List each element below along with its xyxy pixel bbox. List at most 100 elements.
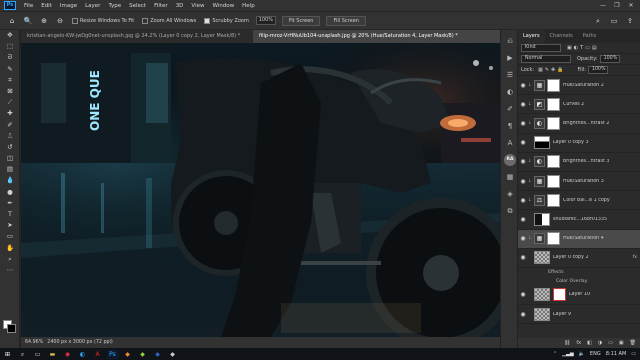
layer-row[interactable]: ◉ shudlarec...168f01335 — [518, 210, 640, 230]
trash-icon[interactable]: 🗑 — [630, 340, 636, 346]
app-icon[interactable]: ◆ — [137, 350, 148, 359]
layer-style-icon[interactable]: fx — [576, 340, 581, 346]
fill-field[interactable]: 100% — [587, 66, 608, 74]
layer-row[interactable]: ◉ ↓ ⚖ Color Bal...e 1 copy — [518, 191, 640, 211]
layer-thumbnail[interactable] — [534, 251, 550, 265]
visibility-eye-icon[interactable]: ◉ — [518, 101, 528, 108]
styles-panel-icon[interactable]: ◈ — [504, 188, 516, 200]
new-adjustment-icon[interactable]: ◑ — [598, 340, 602, 346]
menu-select[interactable]: Select — [125, 3, 150, 9]
menu-edit[interactable]: Edit — [37, 3, 56, 9]
chrome-icon[interactable]: ◉ — [62, 350, 73, 359]
share-icon[interactable]: ⇪ — [624, 15, 636, 27]
rectangle-tool-icon[interactable]: ▭ — [3, 231, 17, 242]
gradient-tool-icon[interactable]: ▤ — [3, 164, 17, 175]
document-canvas[interactable]: ONE QUE — [21, 43, 500, 337]
filter-icons[interactable]: ▣◐T▭▤ — [567, 45, 599, 51]
history-panel-icon[interactable]: ⎌ — [504, 35, 516, 47]
blur-tool-icon[interactable]: 💧 — [3, 175, 17, 186]
visibility-eye-icon[interactable]: ◉ — [518, 158, 528, 165]
close-icon[interactable]: ✕ — [624, 0, 638, 11]
opacity-field[interactable]: 100% — [599, 55, 620, 63]
hand-tool-icon[interactable]: ✋ — [3, 243, 17, 254]
menu-image[interactable]: Image — [56, 3, 81, 9]
layer-mask-thumb[interactable] — [547, 193, 560, 207]
language-indicator[interactable]: ENG — [590, 351, 601, 357]
menu-file[interactable]: File — [20, 3, 37, 9]
app-icon[interactable]: ◆ — [152, 350, 163, 359]
layer-row-selected[interactable]: ◉ ↓ ▦ Hue/Saturation 4 — [518, 229, 640, 249]
menu-3d[interactable]: 3D — [172, 3, 188, 9]
visibility-eye-icon[interactable]: ◉ — [518, 311, 528, 318]
layer-mask-thumb[interactable] — [553, 288, 566, 302]
layer-mask-thumb[interactable] — [547, 155, 560, 169]
windows-start-icon[interactable]: ⊞ — [2, 350, 13, 359]
visibility-eye-icon[interactable]: ◉ — [518, 254, 528, 261]
photoshop-taskbar-icon[interactable]: Ps — [107, 349, 118, 359]
libraries-panel-icon[interactable]: RA — [504, 154, 516, 166]
layer-mask-thumb[interactable] — [547, 174, 560, 188]
task-view-icon[interactable]: ▭ — [32, 350, 43, 359]
tab-paths[interactable]: Paths — [578, 30, 602, 43]
app-icon[interactable]: ◆ — [167, 350, 178, 359]
layer-thumbnail[interactable] — [534, 288, 550, 302]
menu-view[interactable]: View — [187, 3, 208, 9]
scrubby-zoom-checkbox[interactable]: Scrubby Zoom — [204, 17, 249, 24]
actions-panel-icon[interactable]: ▶ — [504, 52, 516, 64]
file-explorer-icon[interactable]: ▬ — [47, 350, 58, 359]
fit-screen-button[interactable]: Fit Screen — [281, 15, 321, 26]
layer-row[interactable]: ◉ Layer 10 — [518, 286, 640, 306]
type-tool-icon[interactable]: T — [3, 209, 17, 220]
layer-row[interactable]: ◉ Layer 9 — [518, 305, 640, 325]
tab-document-1[interactable]: kristian-angelo-KW-jwDg0net-unsplash.jpg… — [21, 30, 253, 43]
paragraph-panel-icon[interactable]: ¶ — [504, 120, 516, 132]
menu-window[interactable]: Window — [208, 3, 238, 9]
brush-panel-icon[interactable]: ✐ — [504, 103, 516, 115]
quick-select-tool-icon[interactable]: ✎ — [3, 64, 17, 75]
lasso-tool-icon[interactable]: ᘐ — [3, 52, 17, 63]
layer-row[interactable]: ◉ ↓ ▦ Hue/Saturation 3 — [518, 172, 640, 192]
volume-icon[interactable]: 🔈 — [579, 351, 585, 357]
visibility-eye-icon[interactable]: ◉ — [518, 197, 528, 204]
layer-row[interactable]: ◉ Layer 0 copy 3 — [518, 134, 640, 153]
eraser-tool-icon[interactable]: ◫ — [3, 153, 17, 164]
clone-stamp-icon[interactable]: ⎍ — [3, 131, 17, 142]
tab-layers[interactable]: Layers — [518, 30, 545, 43]
color-overlay-effect[interactable]: Color Overlay — [518, 277, 640, 286]
add-mask-icon[interactable]: ◧ — [587, 340, 592, 346]
tray-up-icon[interactable]: ⌃ — [553, 351, 557, 357]
character-panel-icon[interactable]: A — [504, 137, 516, 149]
menu-type[interactable]: Type — [104, 3, 125, 9]
zoom-in-icon[interactable]: ⊕ — [39, 16, 49, 26]
layer-row[interactable]: ◉ ↓ ◩ Curves 2 — [518, 95, 640, 115]
visibility-eye-icon[interactable]: ◉ — [518, 82, 528, 89]
network-icon[interactable]: ▁▃▅ — [562, 351, 574, 357]
brush-tool-icon[interactable]: ✐ — [3, 120, 17, 131]
layer-mask-thumb[interactable] — [547, 97, 560, 111]
search-icon[interactable]: ⌕ — [17, 350, 28, 359]
zoom-level-readout[interactable]: 64.96% — [25, 340, 43, 345]
clock[interactable]: 8:11 AM — [606, 351, 627, 357]
tab-document-2[interactable]: filip-mroz-VrHNuUb104-unsplash.jpg @ 20%… — [253, 30, 500, 43]
marquee-tool-icon[interactable]: ⬚ — [3, 41, 17, 52]
acrobat-icon[interactable]: A — [92, 350, 103, 359]
app-icon[interactable]: ◆ — [122, 350, 133, 359]
swatches-panel-icon[interactable]: ▦ — [504, 171, 516, 183]
layer-thumbnail[interactable] — [534, 136, 550, 150]
visibility-eye-icon[interactable]: ◉ — [518, 235, 528, 242]
tab-channels[interactable]: Channels — [545, 30, 578, 43]
layer-mask-thumb[interactable] — [547, 78, 560, 92]
zoom-all-windows-checkbox[interactable]: Zoom All Windows — [142, 17, 196, 24]
glyphs-panel-icon[interactable]: ⧉ — [504, 205, 516, 217]
link-layers-icon[interactable]: ⛓ — [564, 340, 570, 346]
layer-row[interactable]: ◉ ↓ ◐ Brightnes...ntrast 3 — [518, 153, 640, 172]
layer-filter-select[interactable]: Kind — [521, 44, 561, 52]
layer-fx-badge[interactable]: fx — [633, 255, 637, 260]
crop-tool-icon[interactable]: ⌗ — [3, 75, 17, 86]
edge-icon[interactable]: ◐ — [77, 350, 88, 359]
visibility-eye-icon[interactable]: ◉ — [518, 120, 528, 127]
move-tool-icon[interactable]: ✥ — [3, 30, 17, 41]
frame-tool-icon[interactable]: ⊠ — [3, 86, 17, 97]
layer-row[interactable]: ◉ Layer 0 copy 2 fx — [518, 249, 640, 268]
menu-layer[interactable]: Layer — [81, 3, 104, 9]
